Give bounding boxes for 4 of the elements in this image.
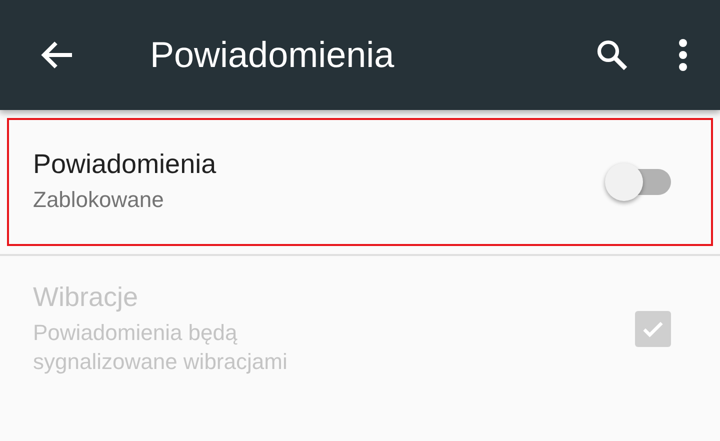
screen-title: Powiadomienia [150,34,396,76]
setting-title: Powiadomienia [33,149,218,180]
setting-summary: Zablokowane [33,186,165,214]
toggle-switch[interactable] [605,162,671,202]
